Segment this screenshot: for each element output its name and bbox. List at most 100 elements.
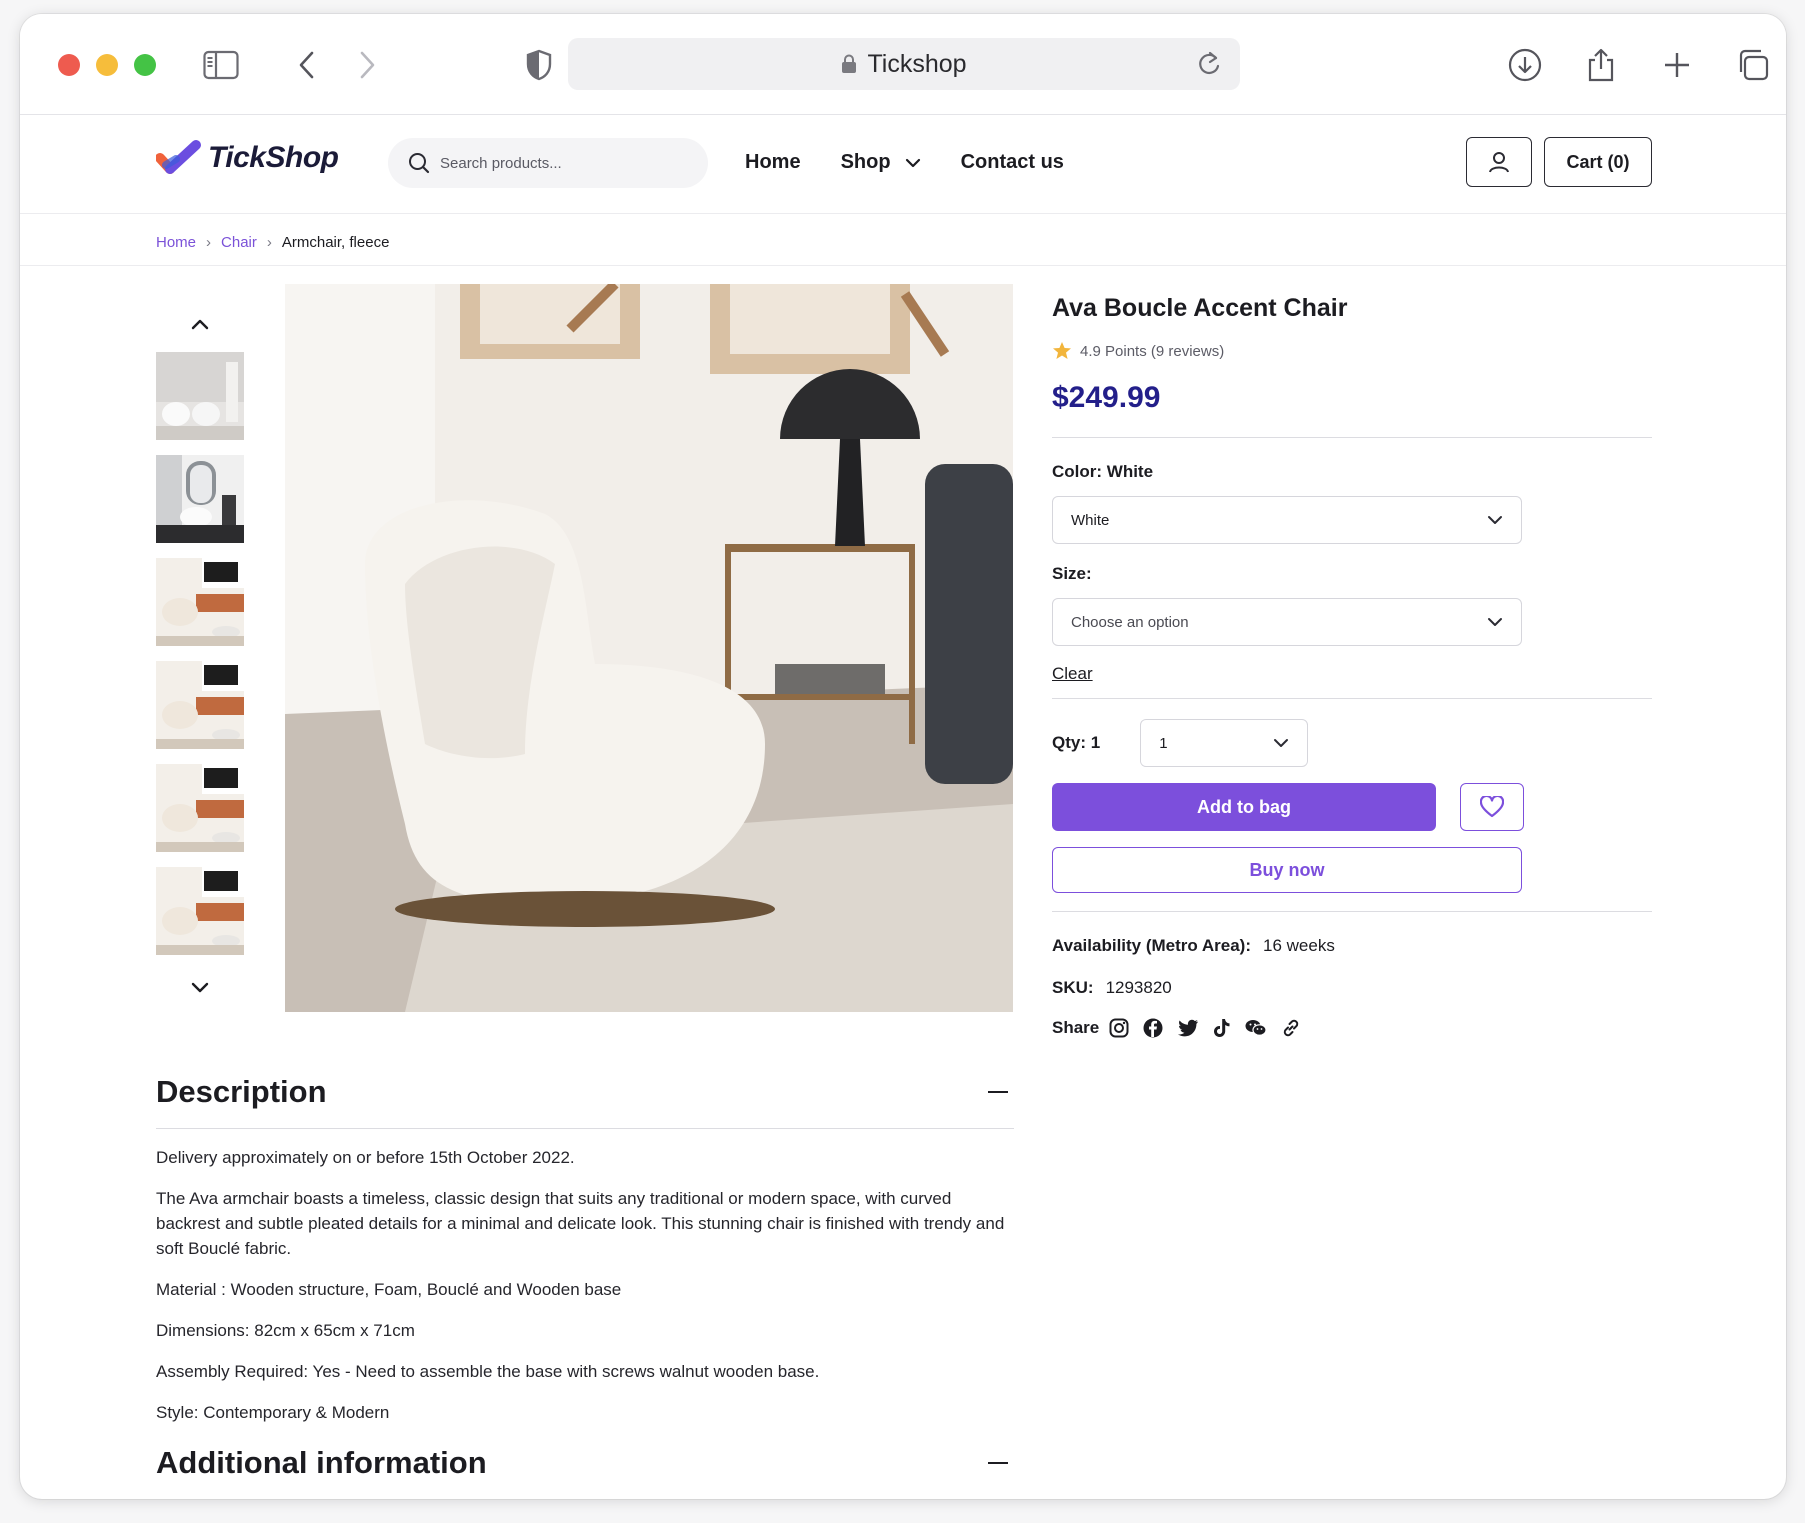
breadcrumb-home[interactable]: Home (156, 234, 196, 251)
tiktok-icon[interactable] (1213, 1018, 1231, 1038)
wishlist-button[interactable] (1460, 783, 1524, 831)
product-rating: 4.9 Points (9 reviews) (1052, 341, 1652, 361)
thumbnail-5[interactable] (156, 764, 244, 852)
buy-now-button[interactable]: Buy now (1052, 847, 1522, 893)
sku-row: SKU: 1293820 (1052, 978, 1652, 998)
thumbs-down-arrow[interactable] (156, 970, 244, 1006)
description-section: Description Delivery approximately on or… (156, 1074, 1014, 1481)
rating-text: 4.9 Points (9 reviews) (1080, 342, 1225, 360)
cart-label: Cart (0) (1566, 151, 1630, 172)
product-price: $249.99 (1052, 381, 1161, 414)
cart-button[interactable]: Cart (0) (1544, 137, 1652, 187)
description-paragraph: Style: Contemporary & Modern (156, 1403, 390, 1422)
breadcrumb: Home › Chair › Armchair, fleece (156, 234, 389, 251)
divider (1052, 911, 1652, 912)
color-select[interactable]: White (1052, 496, 1522, 544)
description-paragraph: The Ava armchair boasts a timeless, clas… (156, 1189, 1005, 1258)
description-paragraph: Delivery approximately on or before 15th… (156, 1148, 575, 1167)
link-icon[interactable] (1281, 1018, 1301, 1038)
search-input[interactable]: Search products... (388, 138, 708, 188)
site-header: TickShop Search products... Home Shop Co… (20, 115, 1786, 214)
logo[interactable]: TickShop (156, 139, 339, 177)
browser-window: Tickshop TickShop Search products... Hom… (20, 14, 1786, 1499)
thumbnail-3[interactable] (156, 558, 244, 646)
chevron-right-icon: › (266, 234, 272, 251)
twitter-icon[interactable] (1177, 1019, 1199, 1037)
qty-label: Qty: 1 (1052, 733, 1101, 752)
color-select-value: White (1071, 511, 1110, 529)
wechat-icon[interactable] (1245, 1019, 1267, 1037)
back-icon[interactable] (286, 44, 328, 86)
download-icon[interactable] (1504, 44, 1546, 86)
availability-value: 16 weeks (1263, 936, 1335, 955)
reload-icon[interactable] (1196, 50, 1222, 83)
color-label: Color: White (1052, 462, 1154, 481)
logo-text: TickShop (208, 141, 339, 174)
description-header[interactable]: Description (156, 1074, 1014, 1110)
quantity-select[interactable]: 1 (1140, 719, 1309, 767)
clear-link[interactable]: Clear (1052, 664, 1093, 684)
address-bar[interactable]: Tickshop (568, 38, 1240, 90)
privacy-shield-icon[interactable] (518, 44, 560, 86)
star-icon (1053, 342, 1071, 359)
share-row: Share (1052, 1018, 1652, 1038)
purchase-actions: Add to bag (1052, 783, 1652, 831)
forward-icon[interactable] (346, 44, 388, 86)
lock-icon (842, 54, 857, 73)
share-label: Share (1052, 1018, 1100, 1037)
url-text: Tickshop (867, 49, 967, 78)
new-tab-icon[interactable] (1656, 44, 1698, 86)
facebook-icon[interactable] (1143, 1018, 1163, 1038)
divider (156, 1128, 1014, 1129)
collapse-icon[interactable] (988, 1090, 1008, 1094)
thumbnail-4[interactable] (156, 661, 244, 749)
thumbs-up-arrow[interactable] (156, 306, 244, 342)
thumbnail-6[interactable] (156, 867, 244, 955)
description-paragraph: Dimensions: 82cm x 65cm x 71cm (156, 1321, 415, 1340)
chevron-up-icon (191, 319, 209, 330)
add-to-bag-label: Add to bag (1197, 796, 1291, 817)
nav-contact-label: Contact us (960, 151, 1064, 173)
tab-overview-icon[interactable] (1732, 44, 1774, 86)
description-paragraph: Assembly Required: Yes - Need to assembl… (156, 1362, 820, 1381)
logo-check-icon (156, 140, 201, 174)
product-title: Ava Boucle Accent Chair (1052, 294, 1348, 322)
collapse-icon[interactable] (988, 1461, 1008, 1465)
sidebar-toggle-icon[interactable] (200, 44, 242, 86)
nav-home-label: Home (745, 151, 801, 173)
product-info: Ava Boucle Accent Chair 4.9 Points (9 re… (1052, 284, 1652, 1038)
close-window-button[interactable] (58, 54, 80, 76)
instagram-icon[interactable] (1109, 1018, 1129, 1038)
main-nav: Home Shop Contact us (745, 151, 1104, 174)
breadcrumb-chair[interactable]: Chair (221, 234, 257, 251)
size-label: Size: (1052, 564, 1092, 583)
divider (1052, 437, 1652, 438)
thumbnail-1[interactable] (156, 352, 244, 440)
browser-toolbar: Tickshop (20, 14, 1786, 115)
thumbnail-gallery (156, 306, 244, 1006)
qty-value: 1 (1159, 734, 1168, 752)
nav-home[interactable]: Home (745, 151, 801, 174)
sku-value: 1293820 (1105, 978, 1172, 997)
chevron-down-icon (191, 982, 209, 993)
zoom-window-button[interactable] (134, 54, 156, 76)
availability-label: Availability (Metro Area): (1052, 936, 1252, 955)
buy-now-label: Buy now (1249, 859, 1325, 880)
thumbnail-2[interactable] (156, 455, 244, 543)
description-paragraph: Material : Wooden structure, Foam, Boucl… (156, 1280, 622, 1299)
nav-shop[interactable]: Shop (841, 151, 921, 174)
additional-info-title: Additional information (156, 1445, 487, 1480)
chevron-down-icon (905, 158, 920, 167)
divider (1052, 698, 1652, 699)
share-icon[interactable] (1580, 44, 1622, 86)
description-title: Description (156, 1074, 327, 1109)
size-select[interactable]: Choose an option (1052, 598, 1522, 646)
nav-shop-label: Shop (840, 151, 891, 173)
product-main-image[interactable] (285, 284, 1013, 1012)
sku-label: SKU: (1052, 978, 1094, 997)
additional-info-header[interactable]: Additional information (156, 1445, 1014, 1481)
nav-contact[interactable]: Contact us (961, 151, 1064, 174)
minimize-window-button[interactable] (96, 54, 118, 76)
account-button[interactable] (1466, 137, 1532, 187)
add-to-bag-button[interactable]: Add to bag (1052, 783, 1436, 831)
